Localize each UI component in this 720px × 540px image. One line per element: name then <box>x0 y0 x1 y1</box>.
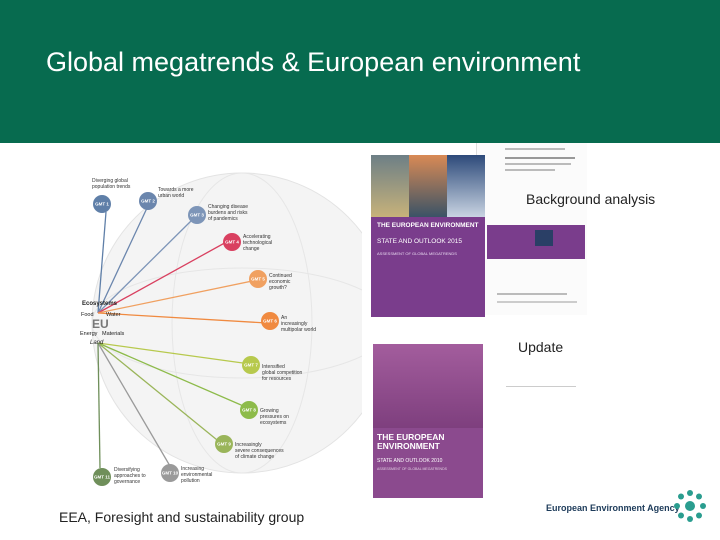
svg-text:of climate change: of climate change <box>235 454 274 460</box>
svg-text:Ecosystems: Ecosystems <box>82 301 118 307</box>
eea-logo-icon <box>674 490 706 522</box>
report-title-2010: THE EUROPEAN ENVIRONMENT <box>377 432 445 451</box>
svg-text:GMT 2: GMT 2 <box>141 199 155 204</box>
svg-text:GMT 9: GMT 9 <box>217 442 231 447</box>
svg-text:multipolar world: multipolar world <box>281 327 316 333</box>
svg-text:GMT 6: GMT 6 <box>263 319 277 324</box>
svg-text:for resources: for resources <box>262 376 292 382</box>
report-subtitle-2010: STATE AND OUTLOOK 2010 <box>377 458 443 464</box>
report-subtitle-2015: STATE AND OUTLOOK 2015 <box>377 238 463 245</box>
report-title-2015: THE EUROPEAN ENVIRONMENT <box>377 222 479 229</box>
report-cover-2010: THE EUROPEAN ENVIRONMENT STATE AND OUTLO… <box>373 344 483 498</box>
title-bar: Global megatrends & European environment <box>0 0 720 143</box>
svg-text:of pandemics: of pandemics <box>208 216 238 222</box>
background-analysis-label: Background analysis <box>526 191 656 207</box>
report-cover-2015: THE EUROPEAN ENVIRONMENT STATE AND OUTLO… <box>371 155 485 317</box>
svg-text:change: change <box>243 246 260 252</box>
svg-text:GMT 7: GMT 7 <box>244 363 258 368</box>
svg-text:GMT 11: GMT 11 <box>94 475 111 480</box>
svg-text:Energy: Energy <box>80 331 98 337</box>
svg-text:ecosystems: ecosystems <box>260 420 287 426</box>
svg-text:growth?: growth? <box>269 285 287 291</box>
footer-text: EEA, Foresight and sustainability group <box>59 509 305 525</box>
svg-text:Land: Land <box>90 340 104 346</box>
svg-text:governance: governance <box>114 479 140 485</box>
svg-text:GMT 10: GMT 10 <box>162 471 179 476</box>
svg-text:Materials: Materials <box>102 331 125 337</box>
update-label: Update <box>518 339 564 355</box>
svg-text:GMT 1: GMT 1 <box>95 202 109 207</box>
svg-text:EU: EU <box>92 317 109 331</box>
report-section-2010: ASSESSMENT OF GLOBAL MEGATRENDS <box>377 467 447 471</box>
svg-text:pollution: pollution <box>181 478 200 484</box>
divider <box>506 386 576 387</box>
svg-text:GMT 8: GMT 8 <box>242 408 256 413</box>
megatrends-diagram: GMT 1 GMT 2 GMT 3 GMT 4 GMT 5 GMT 6 GMT … <box>80 172 362 486</box>
report-section-2015: ASSESSMENT OF GLOBAL MEGATRENDS <box>377 251 457 256</box>
slide-title: Global megatrends & European environment <box>46 47 581 77</box>
svg-text:GMT 4: GMT 4 <box>225 240 239 245</box>
svg-text:urban world: urban world <box>158 193 184 199</box>
svg-text:GMT 3: GMT 3 <box>190 213 204 218</box>
svg-text:population trends: population trends <box>92 184 131 190</box>
svg-text:GMT 5: GMT 5 <box>251 277 265 282</box>
report-strip-photo <box>535 230 553 246</box>
agency-name: European Environment Agency <box>546 503 680 513</box>
